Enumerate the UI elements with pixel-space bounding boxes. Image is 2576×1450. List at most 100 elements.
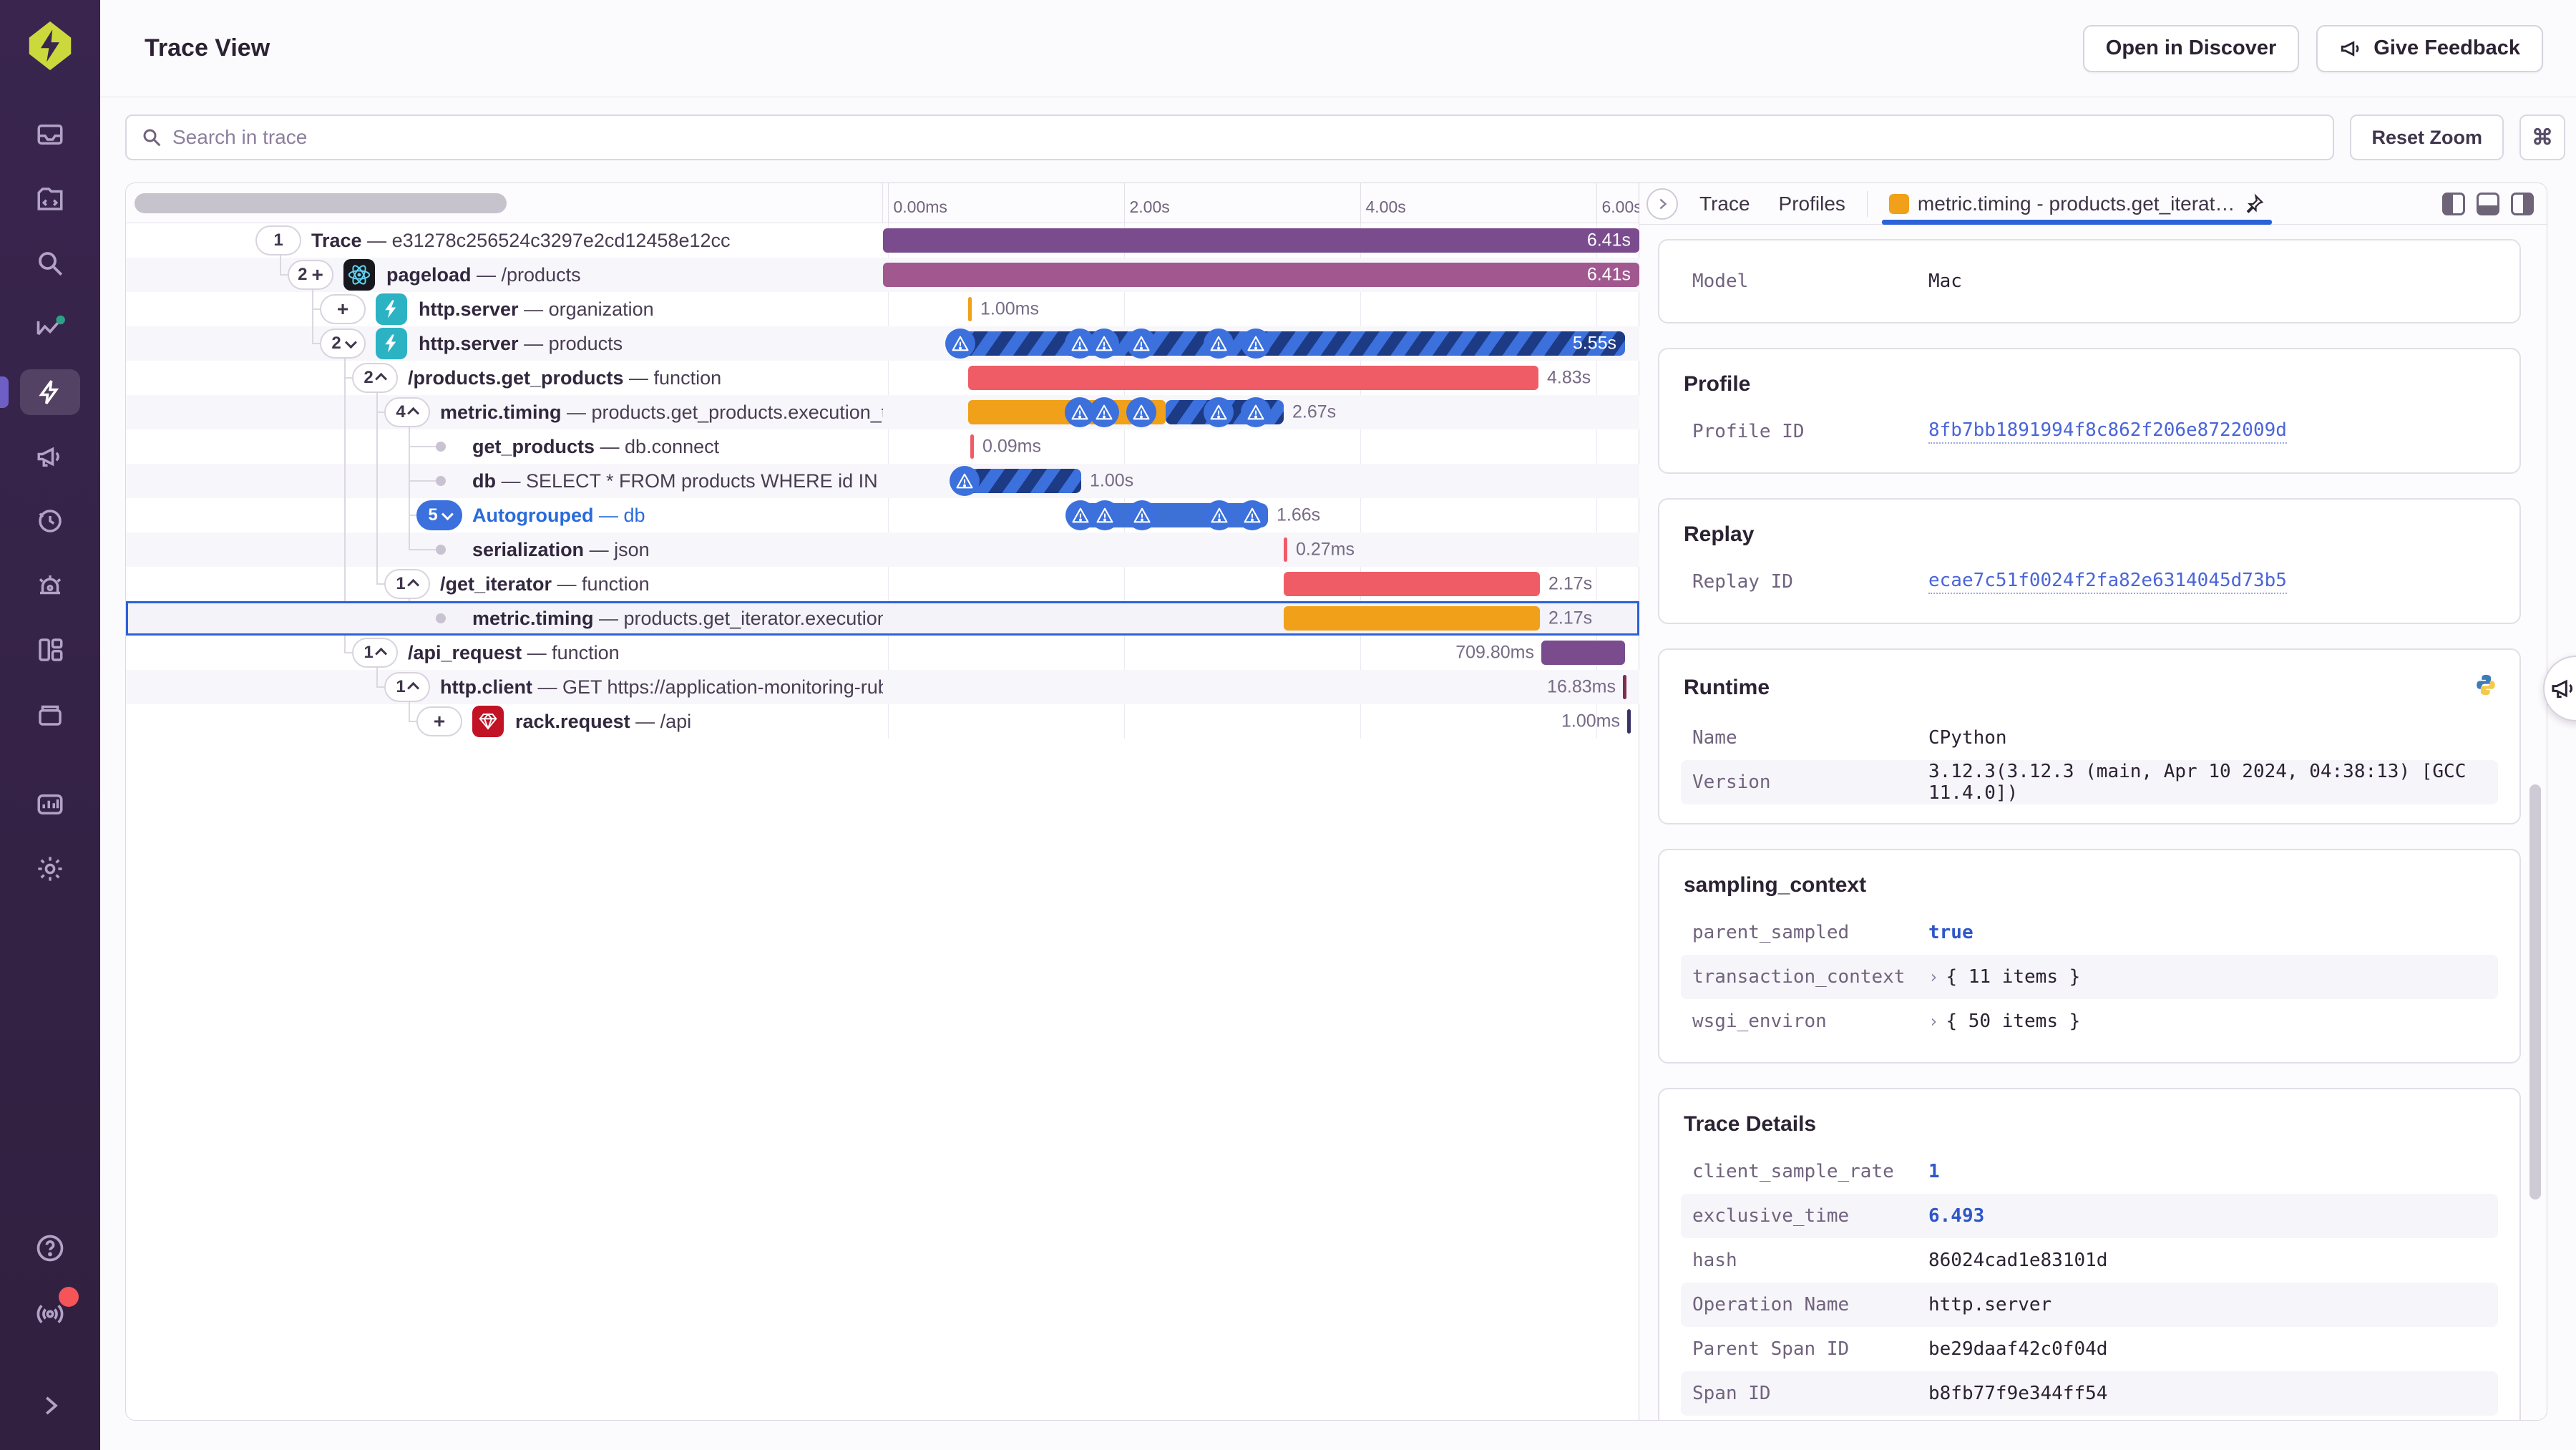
span-row[interactable]: 1/api_request — function 709.80ms <box>126 636 1639 670</box>
span-duration-bar[interactable] <box>1284 572 1540 596</box>
expand-chevron-icon[interactable]: › <box>1928 1011 1938 1031</box>
span-duration-bar[interactable] <box>968 366 1538 390</box>
sidebar-item-alerts-feedback[interactable] <box>20 434 80 480</box>
span-duration-bar[interactable] <box>1627 709 1631 734</box>
sidebar-item-releases[interactable] <box>20 691 80 737</box>
performance-issue-icon[interactable] <box>1241 329 1271 359</box>
card-title: Trace Details <box>1684 1112 1817 1136</box>
span-row[interactable]: 2 http.server — products 5.55s <box>126 326 1639 361</box>
open-in-discover-button[interactable]: Open in Discover <box>2082 24 2300 72</box>
kv-value[interactable]: ›{ 50 items } <box>1928 1011 2487 1032</box>
shortcut-cmd-button[interactable]: ⌘ <box>2519 115 2565 160</box>
span-duration-bar[interactable] <box>883 228 1639 253</box>
performance-issue-icon[interactable] <box>1089 397 1119 427</box>
performance-issue-icon[interactable] <box>1089 329 1119 359</box>
span-row-selected[interactable]: metric.timing — products.get_iterator.ex… <box>126 601 1639 636</box>
tab-span-active[interactable]: metric.timing - products.get_iterat… <box>1878 183 2277 225</box>
kv-value[interactable]: ›{ 11 items } <box>1928 966 2487 988</box>
sidebar-item-stats[interactable] <box>20 782 80 827</box>
span-duration-bar[interactable] <box>1623 675 1626 699</box>
sidebar-item-insights[interactable] <box>20 305 80 351</box>
sidebar-item-whats-new[interactable] <box>20 1287 80 1337</box>
span-row[interactable]: 1 http.client — GET https://application-m… <box>126 670 1639 704</box>
sidebar-item-projects[interactable] <box>20 176 80 222</box>
performance-issue-icon[interactable] <box>1204 329 1234 359</box>
performance-issue-icon[interactable] <box>1204 500 1234 530</box>
sidebar-item-issues[interactable] <box>20 112 80 157</box>
search-input[interactable] <box>172 126 2319 149</box>
span-title: metric.timing — products.get_iterator.ex… <box>472 607 883 629</box>
pin-icon[interactable] <box>2243 193 2265 215</box>
span-toggle-pill[interactable]: 1 <box>352 638 398 668</box>
span-row[interactable]: 4 metric.timing — products.get_products.e… <box>126 395 1639 429</box>
span-toggle-pill[interactable]: 1 <box>384 672 430 702</box>
performance-issue-icon[interactable] <box>1126 329 1156 359</box>
span-row[interactable]: 1 Trace — e31278c256524c3297e2cd12458e12c… <box>126 223 1639 258</box>
dock-left-icon[interactable] <box>2442 192 2465 215</box>
span-toggle-pill[interactable]: 2 <box>320 329 366 359</box>
span-duration-bar[interactable] <box>970 434 974 459</box>
sidebar-item-dashboards[interactable] <box>20 627 80 673</box>
kv-value-link[interactable]: ecae7c51f0024f2fa82e6314045d73b5 <box>1928 570 2287 594</box>
sidebar-item-crons-alerts[interactable] <box>20 563 80 608</box>
tab-profiles[interactable]: Profiles <box>1767 183 1857 224</box>
span-duration-bar[interactable] <box>1284 606 1540 631</box>
span-toggle-pill[interactable]: + <box>416 706 462 736</box>
performance-issue-icon[interactable] <box>1237 500 1267 530</box>
performance-issue-icon[interactable] <box>945 329 975 359</box>
span-toggle-pill[interactable]: 5 <box>416 500 462 530</box>
span-row[interactable]: + http.server — organization 1.00ms <box>126 292 1639 326</box>
vertical-scrollbar-thumb[interactable] <box>2529 784 2541 1200</box>
span-duration-bar[interactable] <box>963 469 1081 493</box>
dock-right-icon[interactable] <box>2511 192 2534 215</box>
key-value-row: Span ID b8fb77f9e344ff54 <box>1681 1371 2498 1416</box>
sidebar-item-performance-active[interactable] <box>0 369 80 415</box>
give-feedback-button[interactable]: Give Feedback <box>2316 24 2543 72</box>
sentry-logo[interactable] <box>17 13 83 79</box>
sidebar-item-help[interactable] <box>20 1225 80 1271</box>
performance-issue-icon[interactable] <box>1204 397 1234 427</box>
dock-bottom-icon[interactable] <box>2477 192 2499 215</box>
reset-zoom-button[interactable]: Reset Zoom <box>2350 115 2504 160</box>
kv-key: Name <box>1692 727 1737 749</box>
span-duration-bar[interactable] <box>1284 537 1287 562</box>
search-box[interactable] <box>125 115 2335 160</box>
kv-value-link[interactable]: 8fb7bb1891994f8c862f206e8722009d <box>1928 419 2287 444</box>
span-toggle-pill[interactable]: 2 + <box>288 260 333 290</box>
performance-issue-icon[interactable] <box>950 466 980 496</box>
tick-label: 6.00s <box>1601 198 1642 216</box>
span-row[interactable]: + rack.request — /api 1.00ms <box>126 704 1639 739</box>
performance-issue-icon[interactable] <box>1090 500 1120 530</box>
panel-collapse-button[interactable] <box>1646 188 1678 220</box>
span-toggle-pill[interactable]: 1 <box>384 569 430 599</box>
span-duration-bar[interactable] <box>968 297 972 321</box>
sidebar-collapse-toggle[interactable] <box>20 1383 80 1429</box>
sidebar-item-replays[interactable] <box>20 498 80 544</box>
span-toggle-pill[interactable]: + <box>320 294 366 324</box>
span-row[interactable]: 5 Autogrouped — db 1.66s <box>126 498 1639 532</box>
expand-chevron-icon[interactable]: › <box>1928 967 1938 987</box>
performance-issue-icon[interactable] <box>1127 500 1157 530</box>
span-row[interactable]: serialization — json 0.27ms <box>126 532 1639 567</box>
span-toggle-pill[interactable]: 2 <box>352 363 398 393</box>
span-row[interactable]: db — SELECT * FROM products WHERE id IN … <box>126 464 1639 498</box>
sidebar-item-explore[interactable] <box>20 240 80 286</box>
detail-card-profile: Profile Profile ID 8fb7bb1891994f8c862f206… <box>1658 348 2521 474</box>
span-duration-bar[interactable] <box>883 263 1639 287</box>
span-row[interactable]: 2 + pageload — /products 6.41s <box>126 258 1639 292</box>
span-duration-bar[interactable] <box>1541 641 1625 665</box>
span-toggle-pill[interactable]: 1 <box>255 225 301 256</box>
performance-issue-icon[interactable] <box>1241 397 1271 427</box>
span-row[interactable]: 2/products.get_products — function 4.83s <box>126 361 1639 395</box>
span-duration-bar[interactable] <box>960 331 1625 356</box>
tab-trace[interactable]: Trace <box>1688 183 1762 224</box>
leaf-connector-dot <box>436 545 446 555</box>
span-toggle-pill[interactable]: 4 <box>384 397 430 427</box>
floating-feedback-button[interactable] <box>2543 656 2576 721</box>
horizontal-scrollbar-thumb[interactable] <box>135 193 507 213</box>
sidebar-item-settings[interactable] <box>20 846 80 892</box>
give-feedback-label: Give Feedback <box>2373 37 2520 59</box>
performance-issue-icon[interactable] <box>1126 397 1156 427</box>
span-row[interactable]: 1/get_iterator — function 2.17s <box>126 567 1639 601</box>
span-row[interactable]: get_products — db.connect 0.09ms <box>126 429 1639 464</box>
